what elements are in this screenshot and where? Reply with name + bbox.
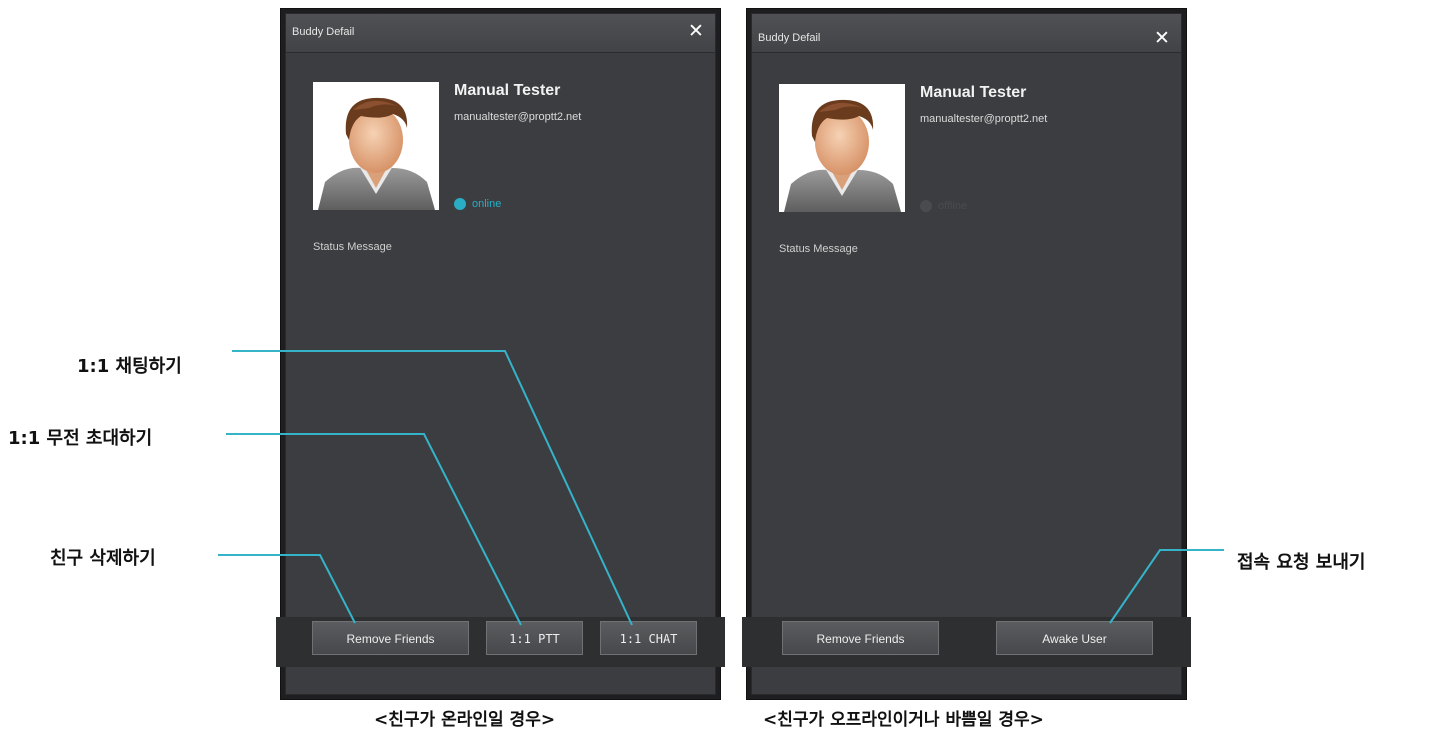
callout-line-chat	[232, 350, 633, 626]
caption-online: <친구가 온라인일 경우>	[374, 710, 556, 730]
callout-awake: 접속 요청 보내기	[1237, 552, 1366, 573]
caption-offline: <친구가 오프라인이거나 바쁨일 경우>	[763, 710, 1044, 730]
callout-line-ptt	[226, 433, 522, 626]
callout-ptt: 1:1 무전 초대하기	[8, 428, 153, 449]
callout-chat: 1:1 채팅하기	[77, 356, 182, 377]
callout-line-remove	[218, 554, 356, 624]
callout-lines	[218, 350, 1224, 626]
callout-line-awake	[1109, 549, 1224, 624]
callout-remove: 친구 삭제하기	[50, 548, 156, 569]
